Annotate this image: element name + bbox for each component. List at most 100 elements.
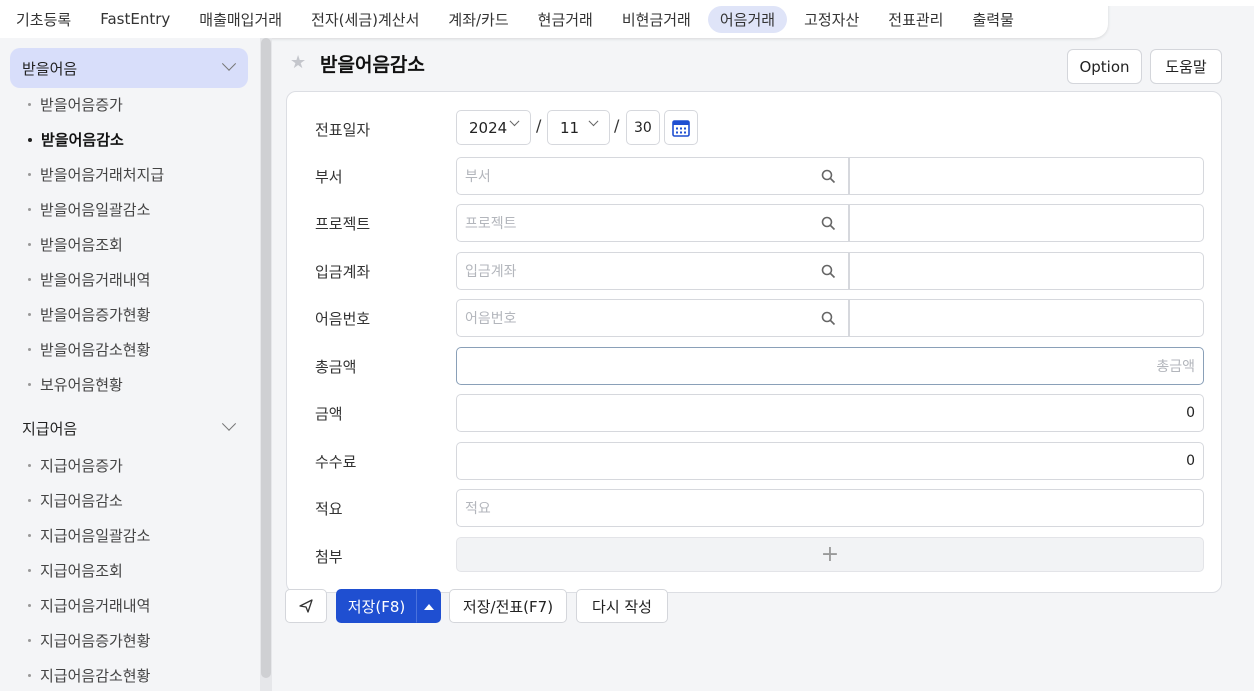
send-button[interactable] bbox=[285, 589, 327, 623]
deposit-account-name-field[interactable] bbox=[849, 252, 1204, 290]
tab-account-card[interactable]: 계좌/카드 bbox=[436, 6, 520, 33]
sidebar-item-label: 받을어음일괄감소 bbox=[40, 201, 151, 219]
note-number-detail-field[interactable] bbox=[849, 299, 1204, 337]
top-strip bbox=[1108, 0, 1254, 6]
memo-label: 적요 bbox=[315, 500, 343, 518]
project-input[interactable]: 프로젝트 bbox=[456, 204, 810, 242]
sidebar-item-label: 지급어음감소현황 bbox=[40, 667, 151, 685]
sidebar-item-active[interactable]: 받을어음감소 bbox=[0, 122, 260, 157]
scrollbar-thumb[interactable] bbox=[261, 38, 271, 678]
bullet-icon bbox=[28, 383, 31, 386]
plus-icon: + bbox=[820, 542, 840, 567]
sidebar-item[interactable]: 받을어음증가현황 bbox=[0, 297, 260, 332]
bullet-icon bbox=[28, 499, 31, 502]
row-amount: 금액 0 bbox=[287, 394, 1221, 432]
bullet-icon bbox=[28, 674, 31, 677]
sidebar-item[interactable]: 지급어음감소 bbox=[0, 483, 260, 518]
sidebar-item-label: 받을어음증가현황 bbox=[40, 306, 151, 324]
save-voucher-button[interactable]: 저장/전표(F7) bbox=[449, 589, 567, 623]
sidebar-item-label: 받을어음거래처지급 bbox=[40, 166, 165, 184]
row-attachment: 첨부 + bbox=[287, 537, 1221, 575]
dept-name-field[interactable] bbox=[849, 157, 1204, 195]
sidebar-item-label: 지급어음조회 bbox=[40, 562, 123, 580]
tab-notes[interactable]: 어음거래 bbox=[707, 5, 788, 33]
bullet-icon bbox=[28, 639, 31, 642]
search-icon bbox=[821, 169, 836, 183]
calendar-button[interactable] bbox=[664, 110, 698, 145]
total-amount-input[interactable]: 총금액 bbox=[456, 347, 1204, 385]
tab-basic-registration[interactable]: 기초등록 bbox=[4, 6, 83, 33]
sidebar-item[interactable]: 지급어음거래내역 bbox=[0, 588, 260, 623]
search-icon bbox=[821, 264, 836, 278]
sidebar-item[interactable]: 지급어음감소현황 bbox=[0, 658, 260, 691]
project-search-button[interactable] bbox=[809, 204, 849, 242]
sidebar-item[interactable]: 받을어음거래처지급 bbox=[0, 157, 260, 192]
tab-non-cash[interactable]: 비현금거래 bbox=[610, 6, 703, 33]
save-dropdown-button[interactable] bbox=[416, 589, 441, 623]
tab-output[interactable]: 출력물 bbox=[960, 6, 1025, 33]
sidebar-group-payable-notes[interactable]: 지급어음 bbox=[10, 408, 248, 448]
month-select[interactable]: 11 bbox=[547, 110, 610, 145]
attachment-add-button[interactable]: + bbox=[456, 537, 1204, 572]
tab-fastentry[interactable]: FastEntry bbox=[88, 7, 182, 31]
sidebar-item-label: 지급어음증가 bbox=[40, 457, 123, 475]
note-number-input[interactable]: 어음번호 bbox=[456, 299, 810, 337]
day-input[interactable]: 30 bbox=[626, 110, 660, 145]
sidebar-item[interactable]: 지급어음증가현황 bbox=[0, 623, 260, 658]
bullet-icon bbox=[28, 173, 31, 176]
search-icon bbox=[821, 311, 836, 325]
sidebar: 받을어음 받을어음증가 받을어음감소 받을어음거래처지급 받을어음일괄감소 받을… bbox=[0, 38, 260, 691]
row-note-number: 어음번호 어음번호 bbox=[287, 299, 1221, 337]
row-date: 전표일자 2024 / 11 / 30 bbox=[287, 110, 1221, 148]
day-value: 30 bbox=[634, 119, 652, 136]
sidebar-item[interactable]: 받을어음증가 bbox=[0, 87, 260, 122]
sidebar-item-label: 받을어음감소 bbox=[41, 131, 124, 149]
tab-cash[interactable]: 현금거래 bbox=[526, 6, 605, 33]
bullet-icon bbox=[28, 103, 31, 106]
deposit-account-input[interactable]: 입금계좌 bbox=[456, 252, 810, 290]
save-button[interactable]: 저장(F8) bbox=[336, 589, 417, 623]
note-number-search-button[interactable] bbox=[809, 299, 849, 337]
sidebar-item-label: 받을어음감소현황 bbox=[40, 341, 151, 359]
date-label: 전표일자 bbox=[315, 121, 371, 139]
tab-e-invoice[interactable]: 전자(세금)계산서 bbox=[299, 6, 431, 33]
amount-input[interactable]: 0 bbox=[456, 394, 1204, 432]
row-fee: 수수료 0 bbox=[287, 442, 1221, 480]
deposit-account-search-button[interactable] bbox=[809, 252, 849, 290]
tab-fixed-assets[interactable]: 고정자산 bbox=[792, 6, 871, 33]
deposit-account-label: 입금계좌 bbox=[315, 263, 371, 281]
sidebar-item[interactable]: 지급어음조회 bbox=[0, 553, 260, 588]
sidebar-group-receivable-notes[interactable]: 받을어음 bbox=[10, 48, 248, 88]
chevron-down-icon bbox=[509, 116, 520, 127]
year-select[interactable]: 2024 bbox=[456, 110, 531, 145]
sidebar-item[interactable]: 받을어음조회 bbox=[0, 227, 260, 262]
dept-label: 부서 bbox=[315, 168, 343, 186]
rewrite-button[interactable]: 다시 작성 bbox=[576, 589, 668, 623]
fee-input[interactable]: 0 bbox=[456, 442, 1204, 480]
attachment-label: 첨부 bbox=[315, 548, 343, 566]
memo-input[interactable]: 적요 bbox=[456, 489, 1204, 527]
sidebar-scrollbar[interactable] bbox=[260, 38, 272, 691]
sidebar-item[interactable]: 보유어음현황 bbox=[0, 367, 260, 402]
sidebar-item[interactable]: 받을어음거래내역 bbox=[0, 262, 260, 297]
chevron-down-icon bbox=[221, 416, 237, 431]
sidebar-item[interactable]: 받을어음감소현황 bbox=[0, 332, 260, 367]
dept-search-button[interactable] bbox=[809, 157, 849, 195]
help-button[interactable]: 도움말 bbox=[1150, 49, 1222, 84]
dept-input[interactable]: 부서 bbox=[456, 157, 810, 195]
search-icon bbox=[821, 216, 836, 230]
star-icon[interactable]: ★ bbox=[290, 52, 306, 73]
project-name-field[interactable] bbox=[849, 204, 1204, 242]
sidebar-item[interactable]: 지급어음증가 bbox=[0, 448, 260, 483]
chevron-down-icon bbox=[588, 116, 599, 127]
caret-up-icon bbox=[423, 603, 434, 610]
option-button[interactable]: Option bbox=[1067, 49, 1142, 84]
sidebar-item[interactable]: 받을어음일괄감소 bbox=[0, 192, 260, 227]
tab-voucher-management[interactable]: 전표관리 bbox=[876, 6, 955, 33]
top-nav: 기초등록 FastEntry 매출매입거래 전자(세금)계산서 계좌/카드 현금… bbox=[0, 0, 1108, 38]
tab-sales-purchase[interactable]: 매출매입거래 bbox=[187, 6, 294, 33]
sidebar-item[interactable]: 지급어음일괄감소 bbox=[0, 518, 260, 553]
form-card: 전표일자 2024 / 11 / 30 부서 부서 프로젝트 프로젝트 입금계좌… bbox=[286, 91, 1222, 593]
sidebar-group-label: 지급어음 bbox=[22, 419, 78, 438]
row-dept: 부서 부서 bbox=[287, 157, 1221, 195]
